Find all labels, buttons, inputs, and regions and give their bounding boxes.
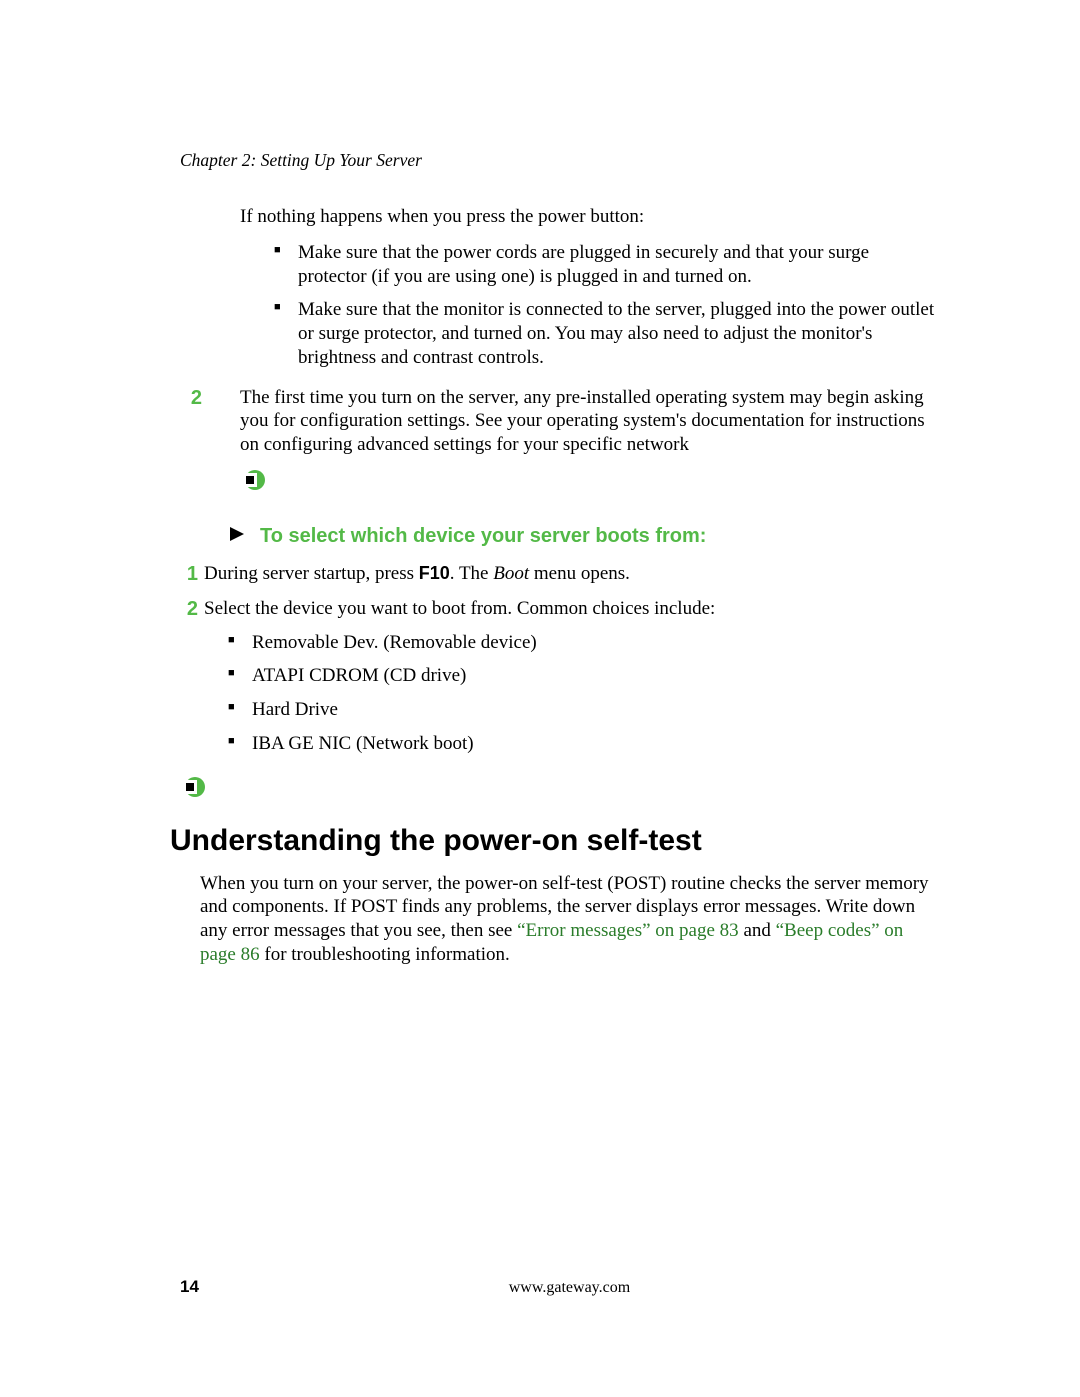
proc-step-2-lead: Select the device you want to boot from.… <box>204 598 715 619</box>
para-post: for troubleshooting information. <box>260 944 510 965</box>
step-2-text: The first time you turn on the server, a… <box>240 386 940 457</box>
xref-error-messages[interactable]: “Error messages” on page 83 <box>517 920 739 941</box>
step-number: 1 <box>180 562 198 587</box>
play-arrow-icon <box>228 525 246 548</box>
procedure-heading-row: To select which device your server boots… <box>228 525 940 548</box>
text-mid: . The <box>450 563 493 584</box>
footer-url: www.gateway.com <box>199 1279 940 1297</box>
proc-step-2: 2 Select the device you want to boot fro… <box>180 597 940 766</box>
boot-choice-1: Removable Dev. (Removable device) <box>228 631 940 655</box>
end-of-procedure-icon <box>240 469 940 491</box>
end-of-procedure-icon <box>180 776 940 798</box>
step-number: 2 <box>180 597 198 622</box>
section-heading: Understanding the power-on self-test <box>170 824 940 858</box>
step-number: 2 <box>184 386 202 411</box>
key-f10: F10 <box>419 563 450 583</box>
boot-choice-3: Hard Drive <box>228 698 940 722</box>
page-number: 14 <box>180 1277 199 1297</box>
intro-bullet-1: Make sure that the power cords are plugg… <box>274 241 940 289</box>
boot-choice-2: ATAPI CDROM (CD drive) <box>228 664 940 688</box>
step-2-row: 2 The first time you turn on the server,… <box>240 386 940 457</box>
section-paragraph: When you turn on your server, the power-… <box>200 872 940 967</box>
intro-bullets: Make sure that the power cords are plugg… <box>274 241 940 370</box>
proc-step-1-text: During server startup, press F10. The Bo… <box>204 562 940 586</box>
chapter-header: Chapter 2: Setting Up Your Server <box>180 150 940 171</box>
boot-choice-4: IBA GE NIC (Network boot) <box>228 732 940 756</box>
procedure-heading: To select which device your server boots… <box>260 525 706 548</box>
boot-choices: Removable Dev. (Removable device) ATAPI … <box>228 631 940 756</box>
proc-step-2-text: Select the device you want to boot from.… <box>204 597 940 766</box>
intro-lead: If nothing happens when you press the po… <box>240 205 940 229</box>
intro-bullet-2: Make sure that the monitor is connected … <box>274 298 940 369</box>
page-footer: 14 www.gateway.com <box>180 1277 940 1297</box>
text-post: menu opens. <box>529 563 630 584</box>
text-pre: During server startup, press <box>204 563 419 584</box>
para-and: and <box>739 920 776 941</box>
menu-name: Boot <box>493 563 529 584</box>
page: Chapter 2: Setting Up Your Server If not… <box>0 0 1080 1397</box>
proc-step-1: 1 During server startup, press F10. The … <box>180 562 940 587</box>
body-block: If nothing happens when you press the po… <box>240 205 940 491</box>
procedure-steps: 1 During server startup, press F10. The … <box>180 562 940 798</box>
